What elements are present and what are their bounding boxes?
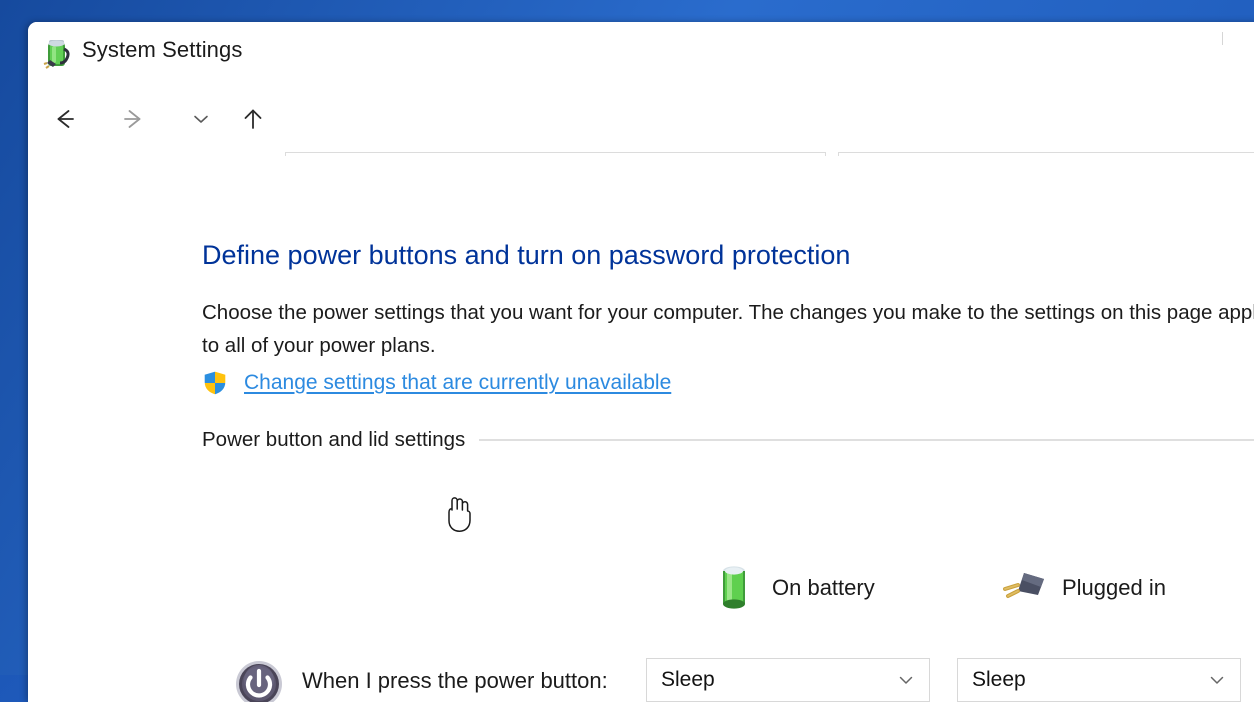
uac-shield-icon — [202, 370, 228, 396]
change-settings-row[interactable]: Change settings that are currently unava… — [202, 370, 671, 396]
page-description: Choose the power settings that you want … — [202, 296, 1254, 362]
up-arrow-icon[interactable] — [230, 96, 276, 142]
setting-label-power-button: When I press the power button: — [302, 668, 608, 694]
chevron-down-icon[interactable] — [895, 659, 917, 701]
setting-row-power-button: When I press the power button: Sleep Sle… — [28, 658, 1254, 702]
section-label: Power button and lid settings — [202, 428, 465, 452]
power-button-and-lid-section: Power button and lid settings — [202, 428, 1254, 452]
recent-locations-chevron-down-icon[interactable] — [178, 96, 224, 142]
chevron-down-icon[interactable] — [1206, 659, 1228, 701]
title-bar: System Settings — [28, 22, 1254, 84]
power-button-icon — [233, 658, 285, 702]
page-title: Define power buttons and turn on passwor… — [202, 240, 850, 271]
forward-arrow-icon[interactable] — [110, 96, 156, 142]
column-header-plugged-in: Plugged in — [998, 562, 1166, 614]
column-label-on-battery: On battery — [772, 575, 875, 601]
minimize-button[interactable] — [1222, 32, 1223, 45]
window-title: System Settings — [82, 37, 242, 63]
back-arrow-icon[interactable] — [42, 96, 88, 142]
power-button-on-battery-dropdown[interactable]: Sleep — [646, 658, 930, 702]
mouse-cursor-hand-icon — [441, 493, 475, 533]
battery-icon — [708, 562, 760, 614]
power-button-plugged-in-value: Sleep — [972, 668, 1026, 692]
navigation-bar: « Powe... › System Setti... — [28, 84, 1254, 156]
section-divider — [479, 439, 1254, 441]
power-button-on-battery-value: Sleep — [661, 668, 715, 692]
column-header-on-battery: On battery — [708, 562, 875, 614]
power-button-plugged-in-dropdown[interactable]: Sleep — [957, 658, 1241, 702]
column-headers: On battery Plugged in — [28, 562, 1254, 622]
content-area: Define power buttons and turn on passwor… — [28, 156, 1254, 676]
change-settings-link[interactable]: Change settings that are currently unava… — [244, 371, 671, 395]
system-settings-window: System Settings — [28, 22, 1254, 702]
power-battery-plug-icon — [40, 36, 74, 70]
power-plug-icon — [998, 562, 1050, 614]
column-label-plugged-in: Plugged in — [1062, 575, 1166, 601]
